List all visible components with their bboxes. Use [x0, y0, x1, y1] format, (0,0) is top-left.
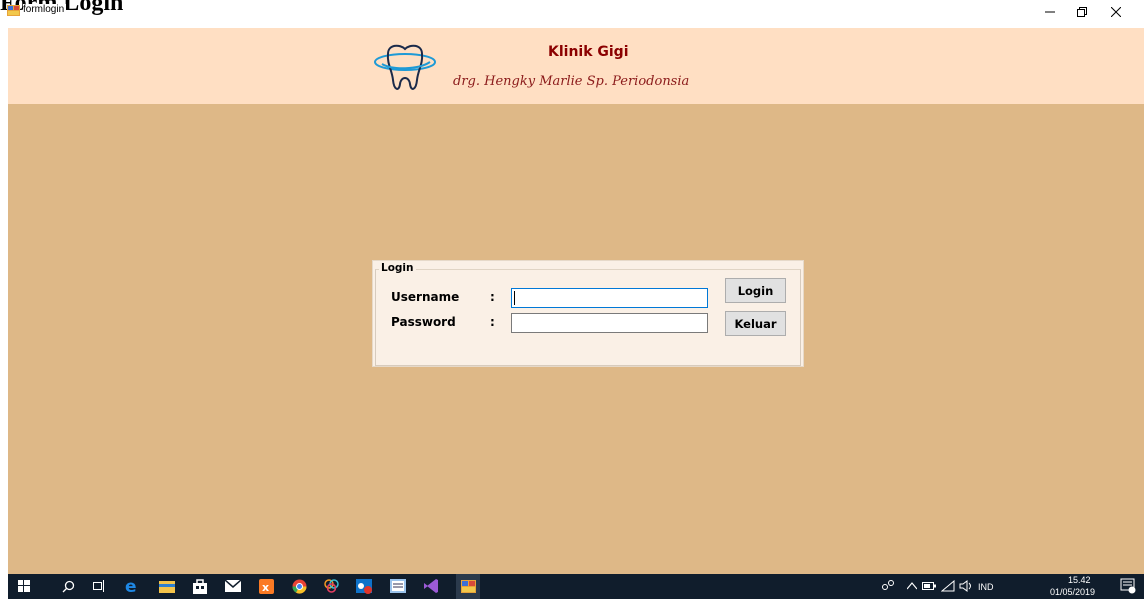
maximize-button[interactable] — [1066, 0, 1098, 24]
text-caret — [514, 291, 515, 305]
tray-overflow-button[interactable] — [904, 578, 920, 594]
outlook-icon — [356, 579, 372, 594]
doctor-name: drg. Hengky Marlie Sp. Periodonsia — [453, 74, 690, 89]
xampp-icon: x — [258, 578, 274, 594]
volume-icon — [959, 580, 971, 592]
chrome-taskbar-button[interactable] — [291, 578, 307, 594]
clock-date[interactable]: 01/05/2019 — [1050, 587, 1095, 597]
wifi-icon — [941, 580, 955, 592]
username-label: Username — [391, 290, 460, 304]
form-app-icon — [7, 5, 20, 16]
tooth-logo-icon — [374, 44, 436, 90]
exit-button[interactable]: Keluar — [725, 311, 786, 336]
chrome-icon — [291, 579, 307, 594]
login-group-title: Login — [379, 262, 416, 274]
search-button[interactable] — [60, 578, 76, 594]
notepad-icon — [390, 579, 406, 593]
clock-time[interactable]: 15.42 — [1068, 575, 1091, 585]
battery-icon — [922, 582, 936, 590]
windows-start-button[interactable] — [16, 578, 32, 594]
login-panel: Login Username : Password : Login Keluar — [372, 260, 804, 367]
svg-text:x: x — [262, 581, 269, 594]
close-icon — [1111, 7, 1121, 17]
close-button[interactable] — [1100, 0, 1132, 24]
svg-text:e: e — [125, 578, 137, 594]
username-input[interactable] — [511, 288, 708, 308]
clinic-header: Klinik Gigi drg. Hengky Marlie Sp. Perio… — [8, 28, 1144, 104]
winforms-app-taskbar-button[interactable] — [456, 574, 480, 599]
mail-taskbar-button[interactable] — [225, 578, 241, 594]
file-explorer-icon — [159, 581, 175, 593]
wifi-tray-button[interactable] — [940, 578, 956, 594]
task-view-icon — [93, 580, 104, 592]
minimize-button[interactable] — [1034, 0, 1066, 24]
visual-studio-icon — [424, 579, 438, 593]
volume-tray-button[interactable] — [958, 578, 974, 594]
store-icon — [193, 578, 207, 594]
visual-studio-taskbar-button[interactable] — [423, 578, 439, 594]
password-colon: : — [490, 315, 495, 329]
password-input[interactable] — [511, 313, 708, 333]
file-explorer-taskbar-button[interactable] — [159, 578, 175, 594]
notepad-taskbar-button[interactable] — [390, 578, 406, 594]
language-indicator[interactable]: IND — [978, 582, 994, 592]
paint-taskbar-button[interactable] — [324, 578, 340, 594]
edge-taskbar-button[interactable]: e — [124, 578, 140, 594]
paint-icon — [324, 579, 339, 593]
clinic-name: Klinik Gigi — [548, 44, 629, 60]
login-button[interactable]: Login — [725, 278, 786, 303]
notification-icon — [1120, 578, 1136, 594]
task-view-button[interactable] — [91, 578, 107, 594]
minimize-icon — [1045, 11, 1055, 13]
chevron-up-icon — [907, 582, 917, 590]
people-icon — [882, 580, 894, 590]
restore-icon — [1077, 7, 1087, 17]
password-label: Password — [391, 315, 456, 329]
people-tray-button[interactable] — [880, 578, 896, 594]
edge-icon: e — [125, 578, 137, 594]
windows-taskbar: e x IND 15.42 01/05/2019 — [8, 574, 1144, 599]
search-icon — [62, 580, 74, 592]
window-title: formlogin — [23, 4, 67, 15]
outlook-taskbar-button[interactable] — [356, 578, 372, 594]
battery-tray-button[interactable] — [921, 578, 937, 594]
winforms-app-icon — [460, 580, 476, 593]
action-center-button[interactable] — [1120, 578, 1136, 594]
username-colon: : — [490, 290, 495, 304]
mail-icon — [225, 580, 241, 592]
windows-start-icon — [18, 580, 30, 592]
window-titlebar[interactable]: formlogin — [0, 0, 1144, 28]
xampp-taskbar-button[interactable]: x — [258, 578, 274, 594]
store-taskbar-button[interactable] — [192, 578, 208, 594]
